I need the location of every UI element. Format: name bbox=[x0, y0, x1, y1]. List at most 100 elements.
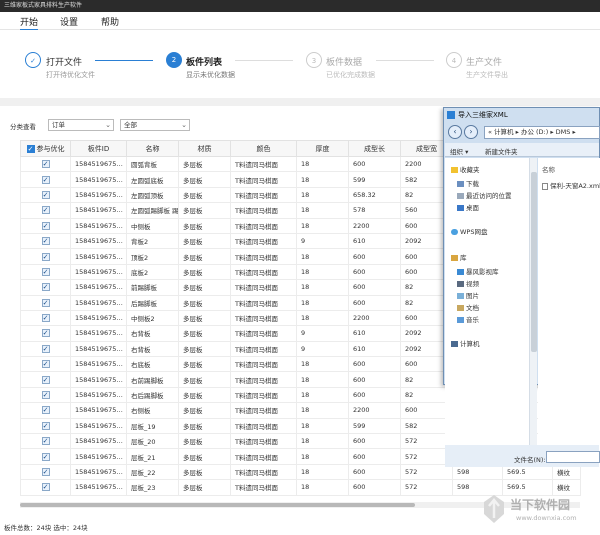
row-checkbox-cell[interactable]: ✓ bbox=[20, 448, 71, 465]
downloads-item[interactable]: 下载 bbox=[457, 178, 479, 188]
baofeng-library-item[interactable]: 暴风影视库 bbox=[457, 266, 499, 276]
category-select[interactable]: 全部 ⌄ bbox=[120, 119, 190, 131]
dialog-toolbar: 组织 ▾ 新建文件夹 bbox=[445, 143, 599, 157]
nav-pane-scrollbar[interactable] bbox=[529, 158, 537, 445]
row-checkbox[interactable]: ✓ bbox=[41, 468, 50, 476]
row-checkbox[interactable]: ✓ bbox=[41, 190, 50, 199]
row-checkbox-cell[interactable]: ✓ bbox=[20, 417, 71, 435]
organize-button[interactable]: 组织 ▾ bbox=[450, 146, 468, 156]
row-checkbox[interactable]: ✓ bbox=[41, 298, 50, 307]
row-checkbox[interactable]: ✓ bbox=[41, 160, 50, 169]
step-connector bbox=[235, 60, 293, 61]
row-checkbox[interactable]: ✓ bbox=[41, 221, 50, 230]
row-checkbox-cell[interactable]: ✓ bbox=[20, 248, 71, 265]
row-checkbox-cell[interactable]: ✓ bbox=[20, 263, 71, 281]
col-header-name[interactable]: 名称 bbox=[126, 140, 179, 157]
col-header-id[interactable]: 板件ID bbox=[70, 140, 127, 157]
col-header-length[interactable]: 成型长 bbox=[348, 140, 401, 157]
music-item[interactable]: 音乐 bbox=[457, 314, 479, 324]
row-checkbox-cell[interactable]: ✓ bbox=[20, 325, 71, 342]
row-checkbox-cell[interactable]: ✓ bbox=[20, 371, 71, 388]
row-checkbox[interactable]: ✓ bbox=[41, 421, 50, 430]
col-header-thickness[interactable]: 厚度 bbox=[296, 140, 349, 157]
step3-title[interactable]: 板件数据 bbox=[326, 55, 362, 68]
pictures-item[interactable]: 图片 bbox=[457, 290, 479, 300]
row-checkbox-cell[interactable]: ✓ bbox=[20, 386, 71, 404]
videos-item[interactable]: 视频 bbox=[457, 278, 479, 288]
row-checkbox-cell[interactable]: ✓ bbox=[20, 433, 71, 450]
row-checkbox[interactable]: ✓ bbox=[41, 329, 50, 338]
row-checkbox[interactable]: ✓ bbox=[41, 391, 50, 400]
row-checkbox-cell[interactable]: ✓ bbox=[20, 463, 71, 481]
table-cell: 18 bbox=[296, 217, 349, 234]
dialog-title-bar[interactable]: 导入三维家XML bbox=[444, 108, 600, 122]
order-select[interactable]: 订单 ⌄ bbox=[48, 119, 114, 131]
step4-title[interactable]: 生产文件 bbox=[466, 55, 502, 68]
table-cell: 多层板 bbox=[178, 294, 231, 311]
table-cell: 18 bbox=[296, 248, 349, 265]
row-checkbox[interactable]: ✓ bbox=[41, 252, 50, 261]
computer-item[interactable]: 计算机 bbox=[451, 338, 480, 348]
row-checkbox-cell[interactable]: ✓ bbox=[20, 356, 71, 373]
table-cell: 多层板 bbox=[178, 386, 231, 404]
row-checkbox-cell[interactable]: ✓ bbox=[20, 202, 71, 219]
libraries-item[interactable]: 库 bbox=[451, 252, 467, 262]
col-header-optimize[interactable]: ✓ 参与优化 bbox=[20, 140, 71, 157]
row-checkbox-cell[interactable]: ✓ bbox=[20, 402, 71, 419]
forward-arrow-icon[interactable]: › bbox=[464, 125, 478, 139]
row-checkbox-cell[interactable]: ✓ bbox=[20, 155, 71, 173]
address-bar[interactable]: « 计算机 ▸ 办公 (D:) ▸ DMS ▸ bbox=[484, 126, 600, 139]
row-checkbox-cell[interactable]: ✓ bbox=[20, 279, 71, 296]
table-cell: 600 bbox=[348, 371, 401, 388]
row-checkbox[interactable]: ✓ bbox=[41, 175, 50, 184]
table-cell: 18 bbox=[296, 417, 349, 435]
row-checkbox-cell[interactable]: ✓ bbox=[20, 340, 71, 358]
scrollbar-thumb[interactable] bbox=[531, 172, 537, 352]
row-checkbox-cell[interactable]: ✓ bbox=[20, 294, 71, 311]
row-checkbox[interactable]: ✓ bbox=[41, 237, 50, 246]
row-checkbox-cell[interactable]: ✓ bbox=[20, 309, 71, 327]
name-column-header[interactable]: 名称 bbox=[542, 164, 555, 174]
menu-settings[interactable]: 设置 bbox=[60, 15, 78, 28]
wps-cloud-item[interactable]: WPS网盘 bbox=[451, 226, 487, 236]
row-checkbox-cell[interactable]: ✓ bbox=[20, 232, 71, 250]
table-cell: 1584519675… bbox=[70, 463, 127, 481]
documents-item[interactable]: 文档 bbox=[457, 302, 479, 312]
row-checkbox[interactable]: ✓ bbox=[41, 452, 50, 461]
table-cell: 多层板 bbox=[178, 325, 231, 342]
file-item[interactable]: 保利-天窗A2.xml bbox=[542, 180, 600, 190]
row-checkbox-cell[interactable]: ✓ bbox=[20, 479, 71, 496]
row-checkbox-cell[interactable]: ✓ bbox=[20, 217, 71, 234]
row-checkbox[interactable]: ✓ bbox=[41, 314, 50, 323]
row-checkbox-cell[interactable]: ✓ bbox=[20, 186, 71, 204]
row-checkbox[interactable]: ✓ bbox=[41, 344, 50, 353]
desktop-item[interactable]: 桌面 bbox=[457, 202, 479, 212]
row-checkbox[interactable]: ✓ bbox=[41, 360, 50, 369]
desktop-icon bbox=[457, 205, 464, 211]
back-arrow-icon[interactable]: ‹ bbox=[448, 125, 462, 139]
row-checkbox[interactable]: ✓ bbox=[41, 437, 50, 446]
row-checkbox-cell[interactable]: ✓ bbox=[20, 171, 71, 188]
check-icon[interactable]: ✓ bbox=[26, 144, 35, 153]
step2-title[interactable]: 板件列表 bbox=[186, 55, 222, 68]
row-checkbox[interactable]: ✓ bbox=[41, 406, 50, 415]
row-checkbox[interactable]: ✓ bbox=[41, 283, 50, 292]
menu-help[interactable]: 帮助 bbox=[101, 15, 119, 28]
filename-input[interactable] bbox=[546, 451, 600, 463]
new-folder-button[interactable]: 新建文件夹 bbox=[485, 146, 518, 156]
document-icon bbox=[457, 305, 464, 311]
favorites-item[interactable]: 收藏夹 bbox=[451, 164, 480, 174]
table-cell: 600 bbox=[348, 155, 401, 173]
recent-places-item[interactable]: 最近访问的位置 bbox=[457, 190, 512, 200]
scrollbar-thumb[interactable] bbox=[20, 503, 415, 507]
col-header-material[interactable]: 材质 bbox=[178, 140, 231, 157]
watermark-text: 当下软件园 bbox=[510, 498, 571, 512]
row-checkbox[interactable]: ✓ bbox=[41, 267, 50, 276]
row-checkbox[interactable]: ✓ bbox=[41, 206, 50, 215]
row-checkbox[interactable]: ✓ bbox=[41, 375, 50, 384]
step1-title[interactable]: 打开文件 bbox=[46, 55, 82, 68]
step-connector bbox=[95, 60, 153, 61]
row-checkbox[interactable]: ✓ bbox=[41, 483, 50, 492]
col-header-color[interactable]: 颜色 bbox=[230, 140, 297, 157]
menu-start[interactable]: 开始 bbox=[20, 15, 39, 31]
